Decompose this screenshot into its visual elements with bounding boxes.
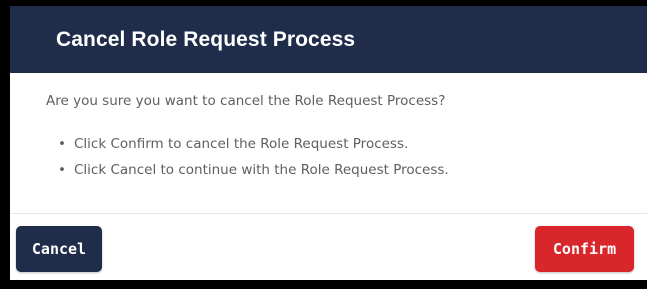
bullet-icon: • [58,136,66,152]
confirm-button[interactable]: Confirm [535,226,634,272]
instruction-list: • Click Confirm to cancel the Role Reque… [46,136,647,178]
bullet-icon: • [58,162,66,178]
dialog-question: Are you sure you want to cancel the Role… [46,93,446,109]
dialog-body: Are you sure you want to cancel the Role… [10,73,647,178]
dialog-header: Cancel Role Request Process [10,6,647,73]
list-item: • Click Confirm to cancel the Role Reque… [58,136,647,152]
dialog-title: Cancel Role Request Process [56,27,356,51]
dialog-frame: Cancel Role Request Process Are you sure… [0,0,647,289]
footer-divider [10,213,647,214]
list-item: • Click Cancel to continue with the Role… [58,162,647,178]
cancel-button[interactable]: Cancel [16,226,102,272]
list-item-text: Click Cancel to continue with the Role R… [74,162,449,178]
list-item-text: Click Confirm to cancel the Role Request… [74,136,409,152]
